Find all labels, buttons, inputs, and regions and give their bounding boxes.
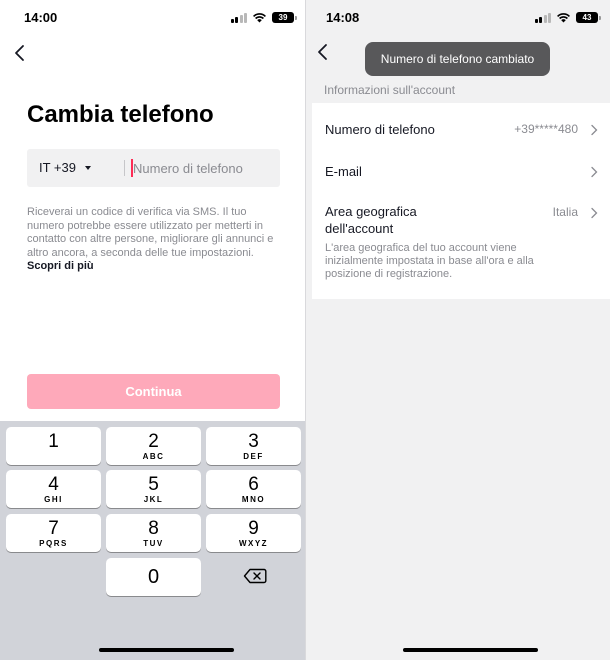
key-2[interactable]: 2 ABC: [106, 427, 201, 465]
key-letters: ABC: [142, 452, 165, 461]
key-digit: 0: [147, 566, 160, 588]
key-letters: MNO: [241, 495, 266, 504]
continue-button[interactable]: Continua: [27, 374, 280, 409]
key-letters: DEF: [243, 452, 264, 461]
key-letters: JKL: [143, 495, 164, 504]
key-0[interactable]: 0: [106, 558, 201, 596]
key-letters: TUV: [143, 539, 164, 548]
country-code-label: IT +39: [39, 160, 76, 175]
key-7[interactable]: 7 PQRS: [6, 514, 101, 552]
status-icons: 39: [230, 12, 297, 23]
chevron-right-icon: [591, 124, 598, 136]
status-time: 14:08: [326, 10, 360, 25]
field-divider: [124, 160, 125, 176]
key-1[interactable]: 1: [6, 427, 101, 465]
key-9[interactable]: 9 WXYZ: [206, 514, 301, 552]
back-chevron-icon[interactable]: [11, 44, 29, 62]
battery-icon: 39: [272, 12, 297, 23]
key-digit: 6: [248, 474, 259, 495]
key-5[interactable]: 5 JKL: [106, 470, 201, 508]
key-digit: 8: [148, 518, 159, 539]
phone-number-field[interactable]: IT +39: [27, 149, 280, 187]
change-phone-screen: 14:00 39 Cambia telefono IT +39 Ricevera…: [0, 0, 306, 660]
row-value: Italia: [552, 205, 578, 219]
region-note: L'area geografica del tuo account viene …: [325, 242, 534, 280]
info-text: Riceverai un codice di verifica via SMS.…: [27, 206, 274, 259]
row-label: Area geografica dell'account: [325, 204, 417, 236]
key-digit: 4: [48, 474, 59, 495]
status-icons: 43: [534, 12, 601, 23]
back-chevron-icon[interactable]: [314, 43, 332, 61]
account-info-card: Numero di telefono +39*****480 E-mail Ar…: [312, 103, 610, 299]
home-indicator[interactable]: [99, 648, 234, 652]
key-digit: 5: [148, 474, 159, 495]
cellular-signal-icon: [230, 12, 247, 23]
backspace-icon[interactable]: [243, 568, 267, 584]
learn-more-link[interactable]: Scopri di più: [27, 260, 94, 272]
key-letters: PQRS: [39, 539, 68, 548]
chevron-right-icon: [591, 166, 598, 178]
numeric-keypad: 1 2 ABC 3 DEF 4 GHI 5 JKL 6 MNO 7 PQRS 8: [0, 421, 306, 660]
key-8[interactable]: 8 TUV: [106, 514, 201, 552]
wifi-icon: [253, 13, 266, 23]
key-4[interactable]: 4 GHI: [6, 470, 101, 508]
page-title: Cambia telefono: [27, 101, 214, 128]
row-account-region[interactable]: Area geografica dell'account Italia: [325, 203, 598, 239]
status-time: 14:00: [24, 10, 58, 25]
chevron-right-icon: [591, 207, 598, 219]
verification-info-text: Riceverai un codice di verifica via SMS.…: [27, 206, 280, 274]
key-digit: 9: [248, 518, 259, 539]
key-digit: 7: [48, 518, 59, 539]
dropdown-caret-icon: [84, 165, 91, 170]
row-value: +39*****480: [514, 122, 578, 136]
key-3[interactable]: 3 DEF: [206, 427, 301, 465]
section-label: Informazioni sull'account: [324, 83, 456, 97]
account-info-screen: 14:08 43 Numero di telefono cambiato Inf…: [306, 0, 610, 660]
country-code-selector[interactable]: IT +39: [39, 160, 91, 175]
battery-icon: 43: [576, 12, 601, 23]
status-bar: 14:08 43: [306, 0, 610, 36]
cellular-signal-icon: [534, 12, 551, 23]
key-letters: GHI: [44, 495, 63, 504]
key-letters: WXYZ: [238, 539, 269, 548]
phone-number-input[interactable]: [133, 155, 273, 181]
row-label: E-mail: [325, 164, 362, 179]
key-digit: 2: [148, 431, 159, 452]
home-indicator[interactable]: [403, 648, 538, 652]
row-email[interactable]: E-mail: [325, 163, 598, 183]
key-6[interactable]: 6 MNO: [206, 470, 301, 508]
key-digit: 1: [48, 431, 59, 452]
status-bar: 14:00 39: [0, 0, 306, 36]
phone-changed-toast: Numero di telefono cambiato: [365, 42, 550, 76]
row-phone-number[interactable]: Numero di telefono +39*****480: [325, 121, 598, 141]
wifi-icon: [557, 13, 570, 23]
key-digit: 3: [248, 431, 259, 452]
